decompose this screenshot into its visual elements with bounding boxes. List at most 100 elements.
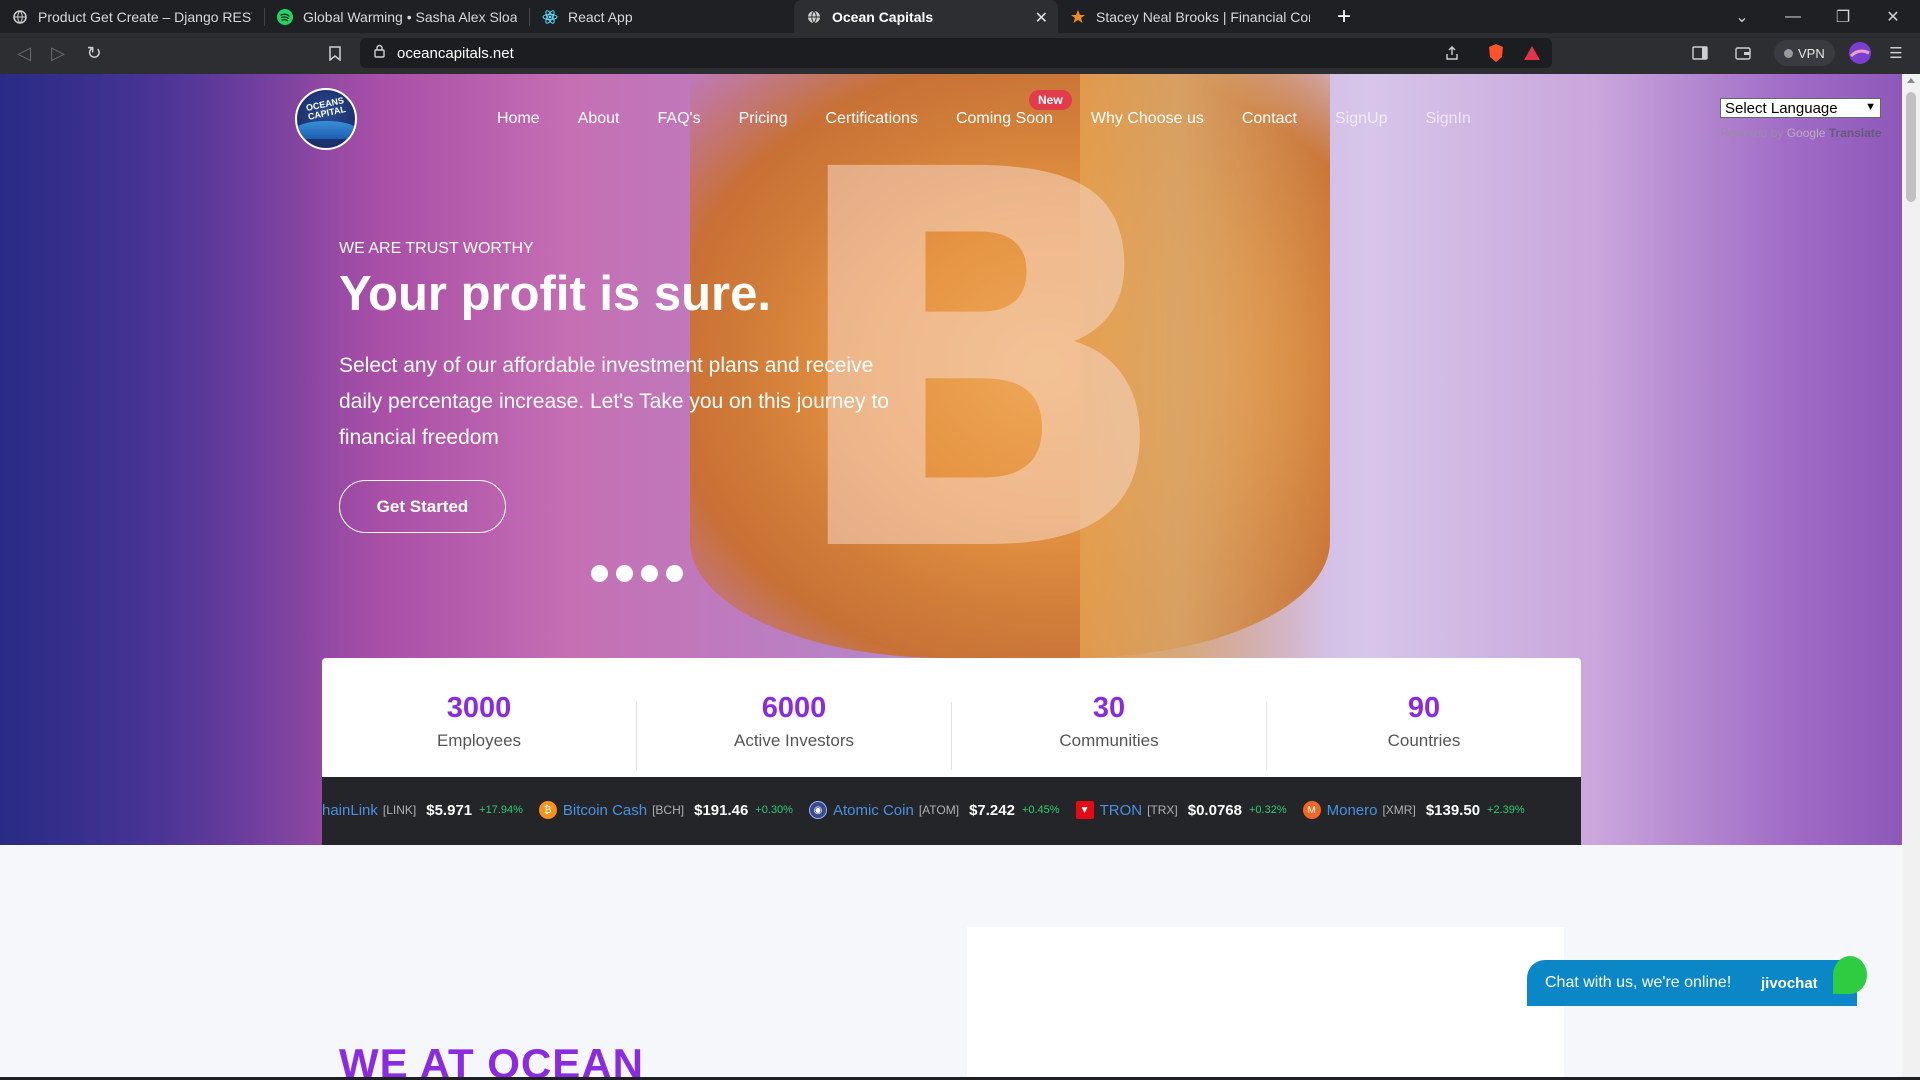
share-icon[interactable]: [1440, 41, 1464, 65]
nav-signin[interactable]: SignIn: [1425, 110, 1470, 128]
coin-symbol: [LINK]: [382, 803, 417, 817]
stat-label: Countries: [1387, 730, 1461, 750]
nav-home[interactable]: Home: [497, 110, 540, 128]
close-window-button[interactable]: ✕: [1870, 0, 1916, 33]
coin-price: $7.242: [969, 801, 1015, 819]
tab-title: Global Warming • Sasha Alex Sloan: [303, 8, 517, 25]
about-image-card: [967, 927, 1564, 1080]
menu-icon[interactable]: ☰: [1884, 41, 1908, 65]
google-translate-credit: Powered by Google Translate: [1720, 126, 1881, 140]
coin-symbol: [TRX]: [1147, 803, 1178, 817]
ticker-item-link[interactable]: hainLink [LINK] $5.971 +17.94%: [322, 802, 523, 819]
nav-contact[interactable]: Contact: [1242, 110, 1297, 128]
forward-arrow-icon[interactable]: ▷: [44, 39, 72, 67]
page-scrollbar[interactable]: [1902, 74, 1920, 1080]
nav-about[interactable]: About: [578, 110, 620, 128]
react-icon: [542, 9, 558, 25]
coin-change: +2.39%: [1487, 804, 1525, 816]
ticker-item-atom[interactable]: ◉ Atomic Coin [ATOM] $7.242 +0.45%: [808, 801, 1060, 819]
wallet-icon[interactable]: [1731, 41, 1755, 65]
stat-value: 30: [1092, 691, 1126, 724]
nav-faqs[interactable]: FAQ's: [658, 110, 701, 128]
coin-symbol: [BCH]: [652, 803, 685, 817]
nav-pricing[interactable]: Pricing: [739, 110, 788, 128]
brave-rewards-icon[interactable]: [1520, 41, 1544, 65]
tab-react[interactable]: React App: [530, 0, 794, 33]
coin-price: $0.0768: [1187, 801, 1242, 819]
spotify-icon: [277, 8, 293, 25]
webpage: B OCEANS CAPITAL Home About FAQ's Pricin…: [0, 74, 1920, 1080]
tron-icon: ▼: [1075, 801, 1094, 819]
stat-value: 6000: [761, 691, 827, 724]
stat-label: Communities: [1059, 730, 1159, 750]
profile-avatar[interactable]: [1848, 41, 1872, 65]
tab-django[interactable]: Product Get Create – Django REST fram: [0, 0, 264, 33]
carousel-dot[interactable]: [666, 565, 683, 582]
main-navigation: Home About FAQ's Pricing Certifications …: [497, 110, 1509, 128]
tab-spotify[interactable]: Global Warming • Sasha Alex Sloan: [265, 0, 529, 33]
close-tab-icon[interactable]: ✕: [1035, 8, 1048, 28]
monero-icon: M: [1302, 801, 1321, 819]
sidebar-toggle-icon[interactable]: [1688, 41, 1712, 65]
chat-widget-button[interactable]: Chat with us, we're online! jivochat: [1527, 956, 1867, 1006]
coin-change: +0.30%: [755, 804, 793, 816]
back-arrow-icon[interactable]: ◁: [10, 39, 38, 67]
scrollbar-thumb[interactable]: [1906, 92, 1916, 202]
restore-button[interactable]: ❐: [1820, 0, 1866, 33]
ticker-item-trx[interactable]: ▼ TRON [TRX] $0.0768 +0.32%: [1075, 801, 1287, 819]
chevron-down-icon: ▼: [1865, 101, 1876, 113]
crypto-price-ticker: hainLink [LINK] $5.971 +17.94% ₿ Bitcoin…: [322, 777, 1581, 845]
stats-card: 3000 Employees 6000 Active Investors 30 …: [322, 658, 1581, 778]
hero-section: B OCEANS CAPITAL Home About FAQ's Pricin…: [0, 74, 1902, 845]
coin-name: hainLink: [322, 801, 378, 819]
tab-title: Product Get Create – Django REST fram: [38, 8, 252, 25]
url-text: oceancapitals.net: [397, 44, 514, 62]
vpn-button[interactable]: VPN: [1774, 40, 1835, 66]
site-logo[interactable]: OCEANS CAPITAL: [295, 88, 357, 150]
nav-signup[interactable]: SignUp: [1335, 110, 1387, 128]
google-logo-text[interactable]: Google: [1787, 126, 1826, 140]
atom-icon: ◉: [808, 801, 827, 819]
coin-name: Atomic Coin: [832, 801, 914, 819]
ticker-row: hainLink [LINK] $5.971 +17.94% ₿ Bitcoin…: [322, 801, 1541, 819]
hero-lead-text: Select any of our affordable investment …: [339, 354, 889, 449]
stat-employees: 3000 Employees: [322, 692, 637, 770]
logo-text: OCEANS CAPITAL: [305, 94, 347, 122]
coin-change: +17.94%: [479, 804, 523, 816]
carousel-dot[interactable]: [616, 565, 633, 582]
carousel-dot[interactable]: [591, 565, 608, 582]
reload-icon[interactable]: ↻: [80, 39, 108, 67]
language-select-value: Select Language: [1725, 99, 1838, 117]
nav-certifications[interactable]: Certifications: [825, 110, 917, 128]
tab-stacey[interactable]: Stacey Neal Brooks | Financial Consult: [1058, 0, 1322, 33]
tab-ocean-capitals[interactable]: Ocean Capitals ✕: [794, 0, 1058, 33]
ticker-item-xmr[interactable]: M Monero [XMR] $139.50 +2.39%: [1302, 801, 1525, 819]
brave-shields-icon[interactable]: [1484, 41, 1508, 65]
new-tab-button[interactable]: +: [1330, 3, 1358, 31]
minimize-button[interactable]: —: [1770, 0, 1816, 33]
tab-list-chevron-icon[interactable]: ⌄: [1719, 0, 1765, 33]
nav-why-choose-us[interactable]: Why Choose us: [1091, 110, 1204, 128]
scroll-up-arrow-icon[interactable]: [1907, 78, 1915, 83]
coin-price: $5.971: [426, 801, 473, 819]
language-select[interactable]: Select Language ▼: [1720, 98, 1881, 118]
new-badge: New: [1029, 90, 1072, 110]
bookmark-icon[interactable]: [321, 39, 349, 67]
translate-link[interactable]: Translate: [1829, 126, 1882, 140]
browser-tab-bar: Product Get Create – Django REST fram Gl…: [0, 0, 1920, 33]
coin-name: Monero: [1326, 801, 1378, 819]
get-started-button[interactable]: Get Started: [339, 480, 506, 533]
ticker-item-bch[interactable]: ₿ Bitcoin Cash [BCH] $191.46 +0.30%: [538, 801, 793, 819]
chat-label: Chat with us, we're online!: [1545, 974, 1732, 991]
stat-countries: 90 Countries: [1267, 692, 1581, 770]
carousel-dot[interactable]: [641, 565, 658, 582]
tab-title: React App: [568, 8, 633, 25]
coin-price: $191.46: [694, 801, 749, 819]
section-heading: WE AT OCEAN: [339, 1040, 644, 1080]
stat-communities: 30 Communities: [952, 692, 1267, 770]
carousel-dots: [591, 565, 683, 582]
address-bar[interactable]: oceancapitals.net: [360, 38, 1552, 68]
vpn-label: VPN: [1798, 45, 1825, 61]
hero-kicker: WE ARE TRUST WORTHY: [339, 240, 534, 257]
nav-coming-soon[interactable]: Coming Soon: [956, 110, 1053, 128]
